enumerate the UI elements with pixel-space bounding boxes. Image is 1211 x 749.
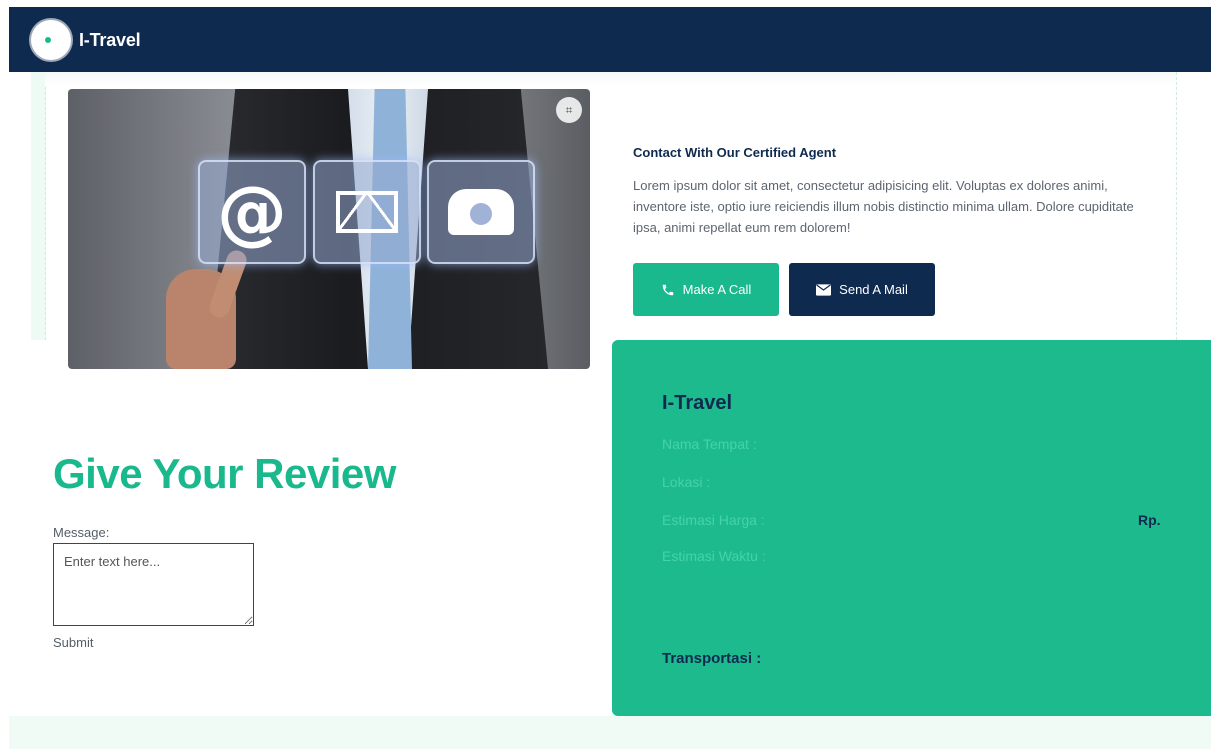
envelope-icon bbox=[313, 160, 421, 264]
field-nama-tempat: Nama Tempat : bbox=[662, 436, 757, 452]
send-mail-label: Send A Mail bbox=[839, 282, 908, 297]
field-lokasi: Lokasi : bbox=[662, 474, 711, 490]
section-left-border bbox=[31, 72, 46, 340]
submit-button[interactable]: Submit bbox=[53, 635, 93, 650]
at-sign-icon: @ bbox=[198, 160, 306, 264]
field-transportasi: Transportasi : bbox=[662, 650, 762, 667]
field-estimasi-harga: Estimasi Harga : bbox=[662, 512, 765, 528]
brand-logo bbox=[31, 20, 71, 60]
review-heading: Give Your Review bbox=[53, 450, 396, 497]
card-title: I-Travel bbox=[662, 392, 733, 414]
section-top-shadow bbox=[45, 72, 1176, 86]
brand-name: I-Travel bbox=[79, 29, 141, 50]
section-right-border bbox=[1176, 72, 1177, 340]
travel-info-card: I-Travel Nama Tempat : Lokasi : Estimasi… bbox=[612, 340, 1211, 716]
image-scan-icon[interactable]: ⌗ bbox=[556, 97, 582, 123]
contact-hero-image: @ bbox=[68, 89, 590, 369]
phone-icon bbox=[662, 284, 673, 295]
contact-title: Contact With Our Certified Agent bbox=[633, 145, 837, 160]
page-left-edge bbox=[0, 72, 9, 749]
telephone-icon bbox=[427, 160, 535, 264]
make-call-label: Make A Call bbox=[682, 282, 752, 297]
footer-band bbox=[9, 716, 1211, 749]
message-label: Message: bbox=[53, 525, 110, 540]
field-estimasi-waktu: Estimasi Waktu : bbox=[662, 548, 766, 564]
review-message-input[interactable] bbox=[53, 543, 254, 626]
brand[interactable]: I-Travel bbox=[31, 20, 141, 60]
contact-description: Lorem ipsum dolor sit amet, consectetur … bbox=[633, 178, 1134, 235]
navbar: I-Travel bbox=[9, 7, 1211, 72]
send-mail-button[interactable]: Send A Mail bbox=[789, 263, 935, 316]
mail-icon bbox=[816, 283, 832, 296]
window-top-strip bbox=[0, 0, 1211, 7]
price-currency: Rp. bbox=[1138, 512, 1161, 528]
make-call-button[interactable]: Make A Call bbox=[633, 263, 779, 316]
